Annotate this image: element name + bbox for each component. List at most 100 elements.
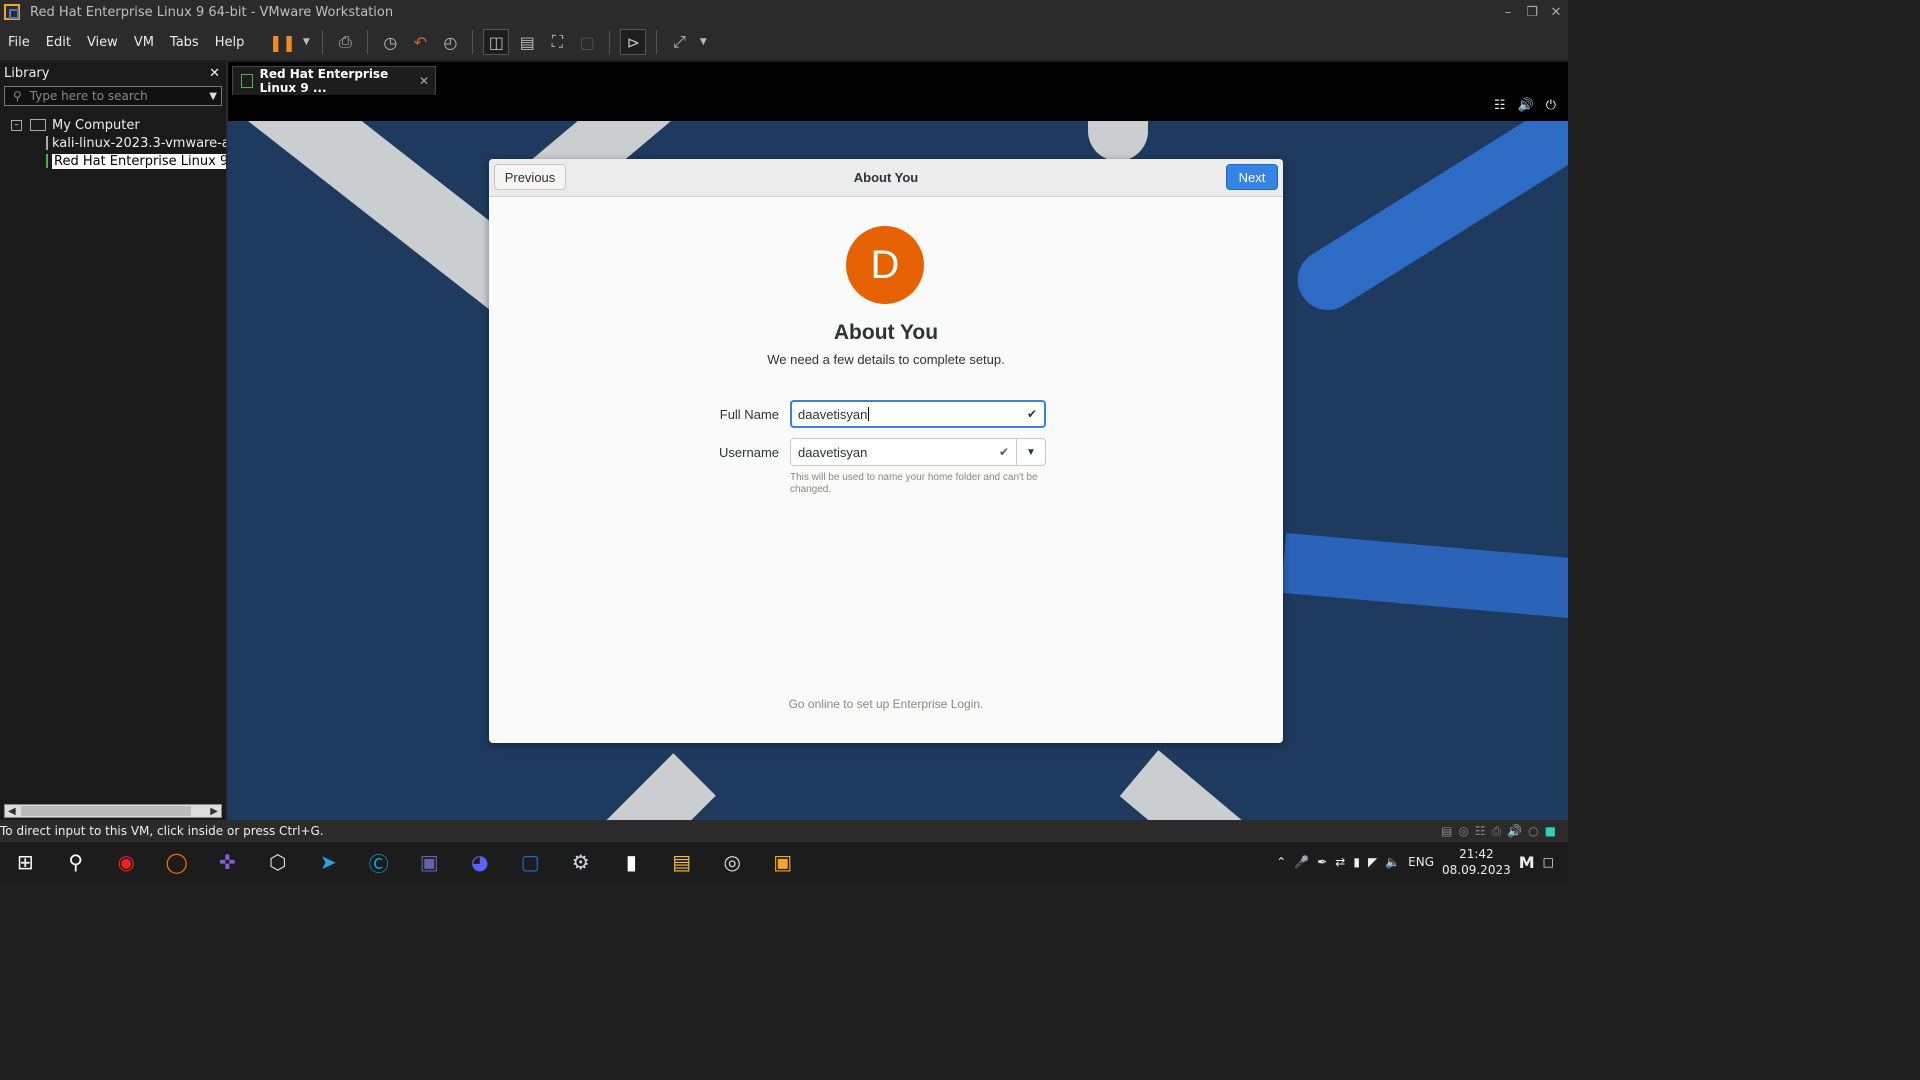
unity-hub-icon[interactable]: ⬡ bbox=[253, 842, 304, 882]
search-placeholder: Type here to search bbox=[29, 89, 148, 103]
steam-icon[interactable]: ⚙ bbox=[556, 842, 607, 882]
mixer-icon[interactable]: ⇄ bbox=[1335, 855, 1345, 869]
next-button[interactable]: Next bbox=[1226, 164, 1278, 190]
library-scrollbar[interactable]: ◀ ▶ bbox=[4, 804, 222, 818]
header-title: About You bbox=[853, 170, 919, 185]
epic-games-icon[interactable]: ▮ bbox=[606, 842, 657, 882]
search-icon[interactable]: ⚲ bbox=[51, 842, 102, 882]
vm-running-icon bbox=[241, 74, 253, 88]
revert-snapshot-icon[interactable]: ↶ bbox=[408, 30, 432, 54]
title-bar: Red Hat Enterprise Linux 9 64-bit - VMwa… bbox=[0, 0, 1568, 24]
discord-icon[interactable]: ◕ bbox=[455, 842, 506, 882]
chevron-up-icon[interactable]: ⌃ bbox=[1276, 855, 1286, 869]
windows-start-icon[interactable]: ⊞ bbox=[0, 842, 51, 882]
clock[interactable]: 21:42 08.09.2023 bbox=[1442, 846, 1511, 878]
printer-icon[interactable]: ⎙ bbox=[1492, 824, 1502, 839]
tree-item-vm-selected[interactable]: Red Hat Enterprise Linux 9 64 bbox=[0, 152, 226, 170]
wifi-icon[interactable]: ◤ bbox=[1368, 855, 1377, 869]
volume-icon: 🔊 bbox=[1517, 98, 1534, 113]
tree-item-vm[interactable]: kali-linux-2023.3-vmware-am bbox=[0, 134, 226, 152]
search-icon: ⚲ bbox=[13, 89, 22, 103]
menu-help[interactable]: Help bbox=[207, 35, 253, 50]
library-panel: Library ✕ ⚲ Type here to search ▼ – My C… bbox=[0, 62, 228, 820]
vmware-icon[interactable]: ▣ bbox=[758, 842, 809, 882]
page-subtitle: We need a few details to complete setup. bbox=[767, 352, 1005, 367]
scroll-thumb[interactable] bbox=[21, 806, 191, 816]
yandex-browser-icon[interactable]: ◉ bbox=[101, 842, 152, 882]
enterprise-login-link[interactable]: Go online to set up Enterprise Login. bbox=[489, 697, 1283, 711]
full-name-label: Full Name bbox=[719, 407, 779, 422]
username-value: daavetisyan bbox=[798, 444, 868, 460]
restore-icon[interactable]: ❐ bbox=[1520, 5, 1544, 20]
clock-time: 21:42 bbox=[1459, 847, 1494, 861]
network-icon: ☷ bbox=[1493, 98, 1506, 113]
ms-app-icon[interactable]: M bbox=[1519, 853, 1535, 872]
stretch-icon[interactable]: ⤢ bbox=[667, 30, 691, 54]
pen-icon[interactable]: ✒ bbox=[1317, 855, 1327, 869]
tree-item-my-computer[interactable]: – My Computer bbox=[0, 116, 226, 134]
username-combobox[interactable]: daavetisyan ✔ ▼ bbox=[790, 438, 1046, 466]
send-keys-icon[interactable]: ⎙ bbox=[333, 30, 357, 54]
pause-icon[interactable]: ❚❚ bbox=[269, 30, 296, 54]
menu-file[interactable]: File bbox=[0, 35, 38, 50]
status-message: To direct input to this VM, click inside… bbox=[0, 824, 324, 838]
vm-tab[interactable]: Red Hat Enterprise Linux 9 ... ✕ bbox=[232, 66, 436, 95]
library-view-icon[interactable]: ◫ bbox=[483, 29, 510, 55]
fullscreen-icon[interactable]: ⛶ bbox=[545, 30, 569, 54]
collapse-icon[interactable]: – bbox=[11, 119, 22, 131]
username-label: Username bbox=[719, 445, 779, 460]
scroll-right-icon[interactable]: ▶ bbox=[210, 806, 218, 817]
menu-edit[interactable]: Edit bbox=[38, 35, 79, 50]
message-log-icon[interactable]: ■ bbox=[1545, 824, 1556, 839]
pause-dropdown-icon[interactable]: ▼ bbox=[300, 30, 312, 54]
chevron-down-icon[interactable]: ▼ bbox=[209, 91, 217, 102]
full-name-value: daavetisyan bbox=[798, 406, 868, 422]
gnome-status-area[interactable]: ☷ 🔊 ⏻ bbox=[1494, 98, 1556, 113]
scroll-left-icon[interactable]: ◀ bbox=[8, 806, 16, 817]
usb-icon[interactable]: ○ bbox=[1528, 824, 1538, 839]
hdd-icon[interactable]: ▤ bbox=[1441, 824, 1452, 839]
menu-view[interactable]: View bbox=[79, 35, 126, 50]
clock-date: 08.09.2023 bbox=[1442, 863, 1511, 877]
minimize-icon[interactable]: – bbox=[1496, 5, 1520, 20]
microphone-icon[interactable]: 🎤 bbox=[1294, 855, 1309, 869]
chevron-down-icon[interactable]: ▼ bbox=[1016, 439, 1045, 465]
unity-icon[interactable]: ▢ bbox=[575, 30, 599, 54]
device-icons: ▤ ◎ ☷ ⎙ 🔊 ○ ■ bbox=[1441, 824, 1556, 839]
telegram-icon[interactable]: ➤ bbox=[303, 842, 354, 882]
obs-icon[interactable]: ◎ bbox=[707, 842, 758, 882]
xbox-app-icon[interactable]: ▢ bbox=[505, 842, 556, 882]
snapshot-manager-icon[interactable]: ◴ bbox=[438, 30, 462, 54]
avatar[interactable]: D bbox=[846, 226, 924, 304]
close-window-icon[interactable]: ✕ bbox=[1544, 5, 1568, 20]
vm-tree: – My Computer kali-linux-2023.3-vmware-a… bbox=[0, 116, 226, 170]
visual-studio-icon[interactable]: ✜ bbox=[202, 842, 253, 882]
ring-app-icon[interactable]: ◯ bbox=[152, 842, 203, 882]
notifications-icon[interactable]: □ bbox=[1543, 855, 1554, 869]
volume-icon[interactable]: 🔈 bbox=[1385, 855, 1400, 869]
sound-card-icon[interactable]: 🔊 bbox=[1507, 824, 1522, 839]
menu-bar: File Edit View VM Tabs Help ❚❚ ▼ ⎙ ◷ ↶ ◴… bbox=[0, 24, 1568, 60]
library-title: Library bbox=[4, 65, 50, 81]
snapshot-icon[interactable]: ◷ bbox=[378, 30, 402, 54]
network-adapter-icon[interactable]: ☷ bbox=[1475, 824, 1486, 839]
dialog-header: Previous About You Next bbox=[489, 159, 1283, 197]
file-explorer-icon[interactable]: ▤ bbox=[657, 842, 708, 882]
thumbnail-view-icon[interactable]: ▤ bbox=[515, 30, 539, 54]
stretch-dropdown-icon[interactable]: ▼ bbox=[697, 30, 709, 54]
library-search[interactable]: ⚲ Type here to search ▼ bbox=[4, 86, 222, 106]
menu-tabs[interactable]: Tabs bbox=[162, 35, 207, 50]
teams-icon[interactable]: ▣ bbox=[404, 842, 455, 882]
battery-icon[interactable]: ▮ bbox=[1353, 855, 1360, 869]
cd-icon[interactable]: ◎ bbox=[1458, 824, 1468, 839]
vm-screen[interactable]: Previous About You Next D About You We n… bbox=[228, 121, 1568, 820]
close-tab-icon[interactable]: ✕ bbox=[419, 74, 429, 88]
console-icon[interactable]: ⊳ bbox=[620, 29, 647, 55]
language-indicator[interactable]: ENG bbox=[1408, 855, 1434, 869]
menu-vm[interactable]: VM bbox=[126, 35, 162, 50]
close-library-icon[interactable]: ✕ bbox=[209, 66, 220, 81]
previous-button[interactable]: Previous bbox=[494, 164, 566, 190]
full-name-field[interactable]: daavetisyan ✔ bbox=[790, 400, 1046, 428]
skype-icon[interactable]: Ⓒ bbox=[354, 842, 405, 882]
username-hint: This will be used to name your home fold… bbox=[790, 472, 1038, 495]
